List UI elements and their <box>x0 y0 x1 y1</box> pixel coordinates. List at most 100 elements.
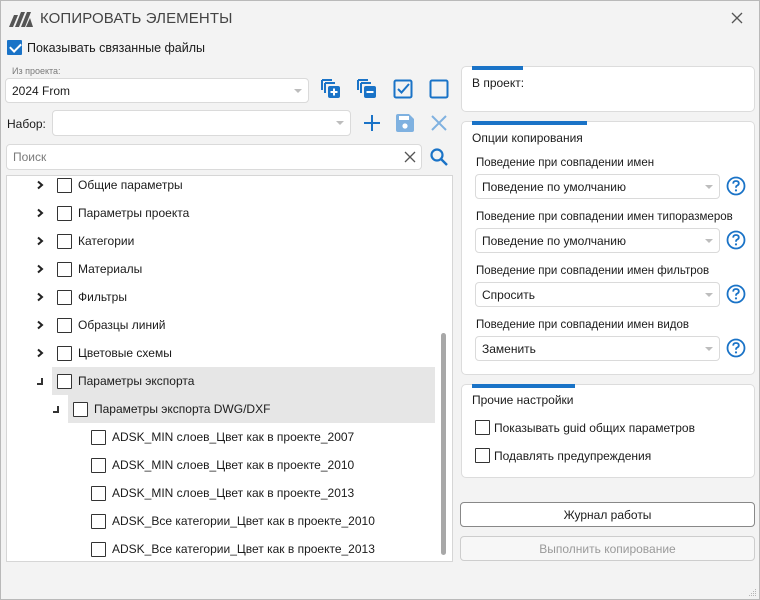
chevron-down-icon <box>705 238 713 243</box>
tree-item[interactable]: Общие параметры <box>57 176 183 199</box>
tree-item[interactable]: Параметры экспорта DWG/DXF <box>68 395 435 423</box>
show-linked-files-checkbox[interactable]: Показывать связанные файлы <box>7 40 205 55</box>
tree-item[interactable]: ADSK_Все категории_Цвет как в проекте_20… <box>91 507 375 535</box>
tree-item[interactable]: ADSK_MIN слоев_Цвет как в проекте_2013 <box>91 479 354 507</box>
option-dropdown[interactable]: Заменить <box>475 336 720 361</box>
tree-item-label: ADSK_MIN слоев_Цвет как в проекте_2010 <box>112 458 355 472</box>
tree-item-label: Материалы <box>78 262 143 276</box>
search-box[interactable] <box>6 144 422 170</box>
from-project-dropdown[interactable]: 2024 From <box>5 78 309 103</box>
help-icon[interactable] <box>726 176 746 196</box>
search-icon <box>430 148 448 166</box>
chevron-right-icon[interactable] <box>35 348 45 358</box>
tree-item[interactable]: Цветовые схемы <box>57 339 172 367</box>
expanded-arrow-icon[interactable] <box>35 376 45 386</box>
checkbox-checked[interactable] <box>7 40 22 55</box>
tree-item[interactable]: Материалы <box>57 255 142 283</box>
from-project-label: Из проекта: <box>12 66 61 76</box>
tree-item-label: Фильтры <box>78 290 127 304</box>
tree-item-label: Параметры экспорта <box>78 374 195 388</box>
setting-checkbox-row[interactable]: Показывать guid общих параметров <box>475 420 695 435</box>
save-set-button[interactable] <box>393 111 417 135</box>
tree-item-checkbox[interactable] <box>91 457 106 473</box>
expanded-arrow-icon[interactable] <box>51 404 61 414</box>
tree-item-checkbox[interactable] <box>91 513 106 529</box>
help-icon[interactable] <box>726 284 746 304</box>
chevron-down-icon <box>705 346 713 351</box>
tree-item[interactable]: Образцы линий <box>57 311 166 339</box>
tree-item-checkbox[interactable] <box>91 429 106 445</box>
tree-item[interactable]: Фильтры <box>57 283 127 311</box>
other-settings-title: Прочие настройки <box>472 393 574 407</box>
setting-checkbox[interactable] <box>475 420 490 435</box>
option-dropdown[interactable]: Поведение по умолчанию <box>475 228 720 253</box>
tree-item[interactable]: Параметры экспорта <box>52 367 435 395</box>
tree-item-checkbox[interactable] <box>57 373 72 389</box>
to-project-group: В проект: <box>461 66 755 112</box>
remove-copy-button[interactable] <box>355 77 379 101</box>
option-value: Поведение по умолчанию <box>482 179 626 194</box>
option-dropdown[interactable]: Спросить <box>475 282 720 307</box>
tree-item-checkbox[interactable] <box>57 261 72 277</box>
setting-label: Показывать guid общих параметров <box>494 420 695 435</box>
tree-item-label: Категории <box>78 234 135 248</box>
window-title: КОПИРОВАТЬ ЭЛЕМЕНТЫ <box>40 10 233 27</box>
uncheck-all-button[interactable] <box>427 77 451 101</box>
chevron-right-icon[interactable] <box>35 236 45 246</box>
check-all-icon <box>393 79 413 99</box>
tree-item[interactable]: ADSK_Все категории_Цвет как в проекте_20… <box>91 535 375 561</box>
tree-item[interactable]: Категории <box>57 227 134 255</box>
chevron-right-icon[interactable] <box>35 320 45 330</box>
help-icon[interactable] <box>726 230 746 250</box>
chevron-down-icon <box>294 88 302 93</box>
option-label: Поведение при совпадении имен фильтров <box>476 265 710 277</box>
tree-item-label: Параметры проекта <box>78 206 190 220</box>
execute-copy-button[interactable]: Выполнить копирование <box>460 536 755 561</box>
clear-search-icon[interactable] <box>403 150 417 164</box>
option-value: Спросить <box>482 287 535 302</box>
setting-label: Подавлять предупреждения <box>494 448 652 463</box>
show-linked-files-label: Показывать связанные файлы <box>27 40 206 55</box>
search-input[interactable] <box>7 145 387 169</box>
tree-item-checkbox[interactable] <box>57 317 72 333</box>
chevron-right-icon[interactable] <box>35 180 45 190</box>
tree-item[interactable]: Параметры проекта <box>57 199 189 227</box>
elements-tree: Общие параметры Параметры проекта Категори… <box>6 175 453 562</box>
add-copy-icon <box>321 79 340 98</box>
setting-checkbox-row[interactable]: Подавлять предупреждения <box>475 448 651 463</box>
option-dropdown[interactable]: Поведение по умолчанию <box>475 174 720 199</box>
tree-item[interactable]: ADSK_MIN слоев_Цвет как в проекте_2010 <box>91 451 354 479</box>
save-icon <box>396 114 414 132</box>
close-button[interactable] <box>725 8 749 28</box>
tree-item-checkbox[interactable] <box>57 177 72 193</box>
tree-item-checkbox[interactable] <box>57 233 72 249</box>
tree-item-label: ADSK_Все категории_Цвет как в проекте_20… <box>112 542 375 556</box>
log-button[interactable]: Журнал работы <box>460 502 755 527</box>
setting-checkbox[interactable] <box>475 448 490 463</box>
tree-item-checkbox[interactable] <box>57 345 72 361</box>
chevron-right-icon[interactable] <box>35 292 45 302</box>
chevron-right-icon[interactable] <box>35 208 45 218</box>
option-label: Поведение при совпадении имен типоразмер… <box>476 211 733 223</box>
tree-item-checkbox[interactable] <box>57 289 72 305</box>
tree-item-checkbox[interactable] <box>91 541 106 557</box>
tree-item-checkbox[interactable] <box>57 205 72 221</box>
delete-set-button[interactable] <box>427 111 451 135</box>
check-all-button[interactable] <box>391 77 415 101</box>
chevron-right-icon[interactable] <box>35 264 45 274</box>
tree-item-checkbox[interactable] <box>91 485 106 501</box>
option-label: Поведение при совпадении имен видов <box>476 319 690 331</box>
help-icon[interactable] <box>726 338 746 358</box>
option-value: Заменить <box>482 341 536 356</box>
resize-grip-icon[interactable] <box>747 587 757 597</box>
set-dropdown[interactable] <box>52 110 351 136</box>
tree-item-checkbox[interactable] <box>73 401 88 417</box>
copy-elements-window: КОПИРОВАТЬ ЭЛЕМЕНТЫ Показывать связанные… <box>0 0 760 600</box>
add-set-button[interactable] <box>360 111 384 135</box>
tree-item[interactable]: ADSK_MIN слоев_Цвет как в проекте_2007 <box>91 423 354 451</box>
tree-scrollbar[interactable] <box>441 333 446 555</box>
to-project-label: В проект: <box>472 76 525 90</box>
add-copy-button[interactable] <box>319 77 343 101</box>
chevron-down-icon <box>705 184 713 189</box>
search-button[interactable] <box>427 145 451 169</box>
